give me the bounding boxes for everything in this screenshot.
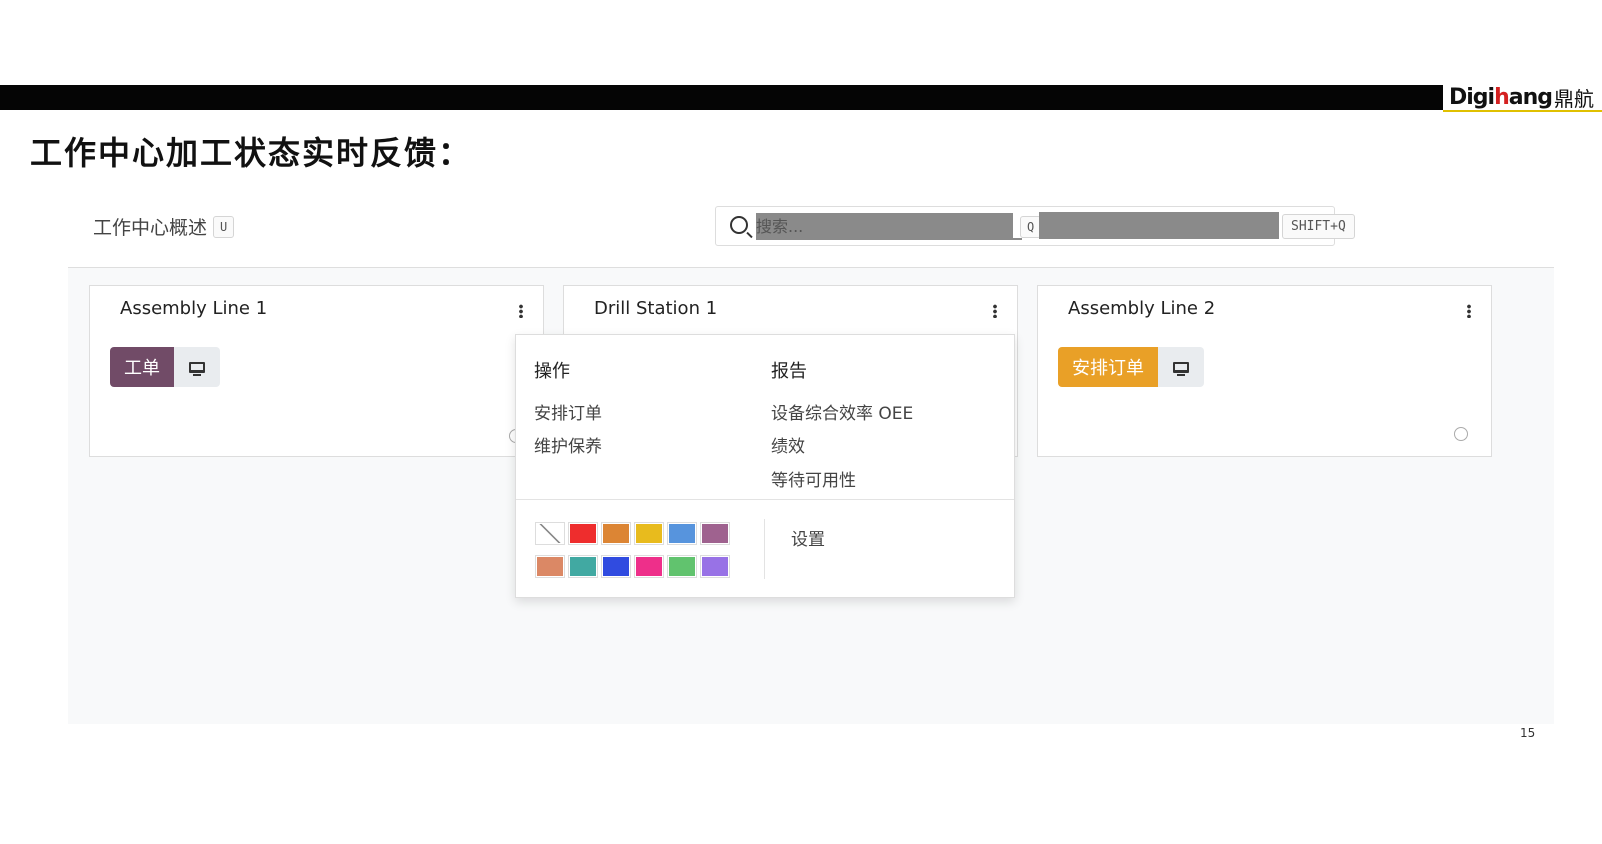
card-title[interactable]: Assembly Line 2 xyxy=(1068,298,1215,319)
actions-heading: 操作 xyxy=(534,361,570,382)
card-button-group: 工单 xyxy=(110,347,220,387)
color-swatch[interactable] xyxy=(568,522,598,545)
no-color-swatch[interactable] xyxy=(535,522,565,545)
color-swatch[interactable] xyxy=(535,555,565,578)
color-swatch[interactable] xyxy=(601,555,631,578)
kebab-menu-icon[interactable] xyxy=(993,304,997,318)
logo-chinese: 鼎航 xyxy=(1554,87,1594,111)
card-title[interactable]: Assembly Line 1 xyxy=(120,298,267,319)
menu-item-performance[interactable]: 绩效 xyxy=(771,432,805,457)
color-swatch[interactable] xyxy=(634,522,664,545)
color-swatch[interactable] xyxy=(667,555,697,578)
reports-heading: 报告 xyxy=(771,361,807,382)
workcenter-card[interactable]: Assembly Line 2 安排订单 xyxy=(1037,285,1492,457)
kebab-menu-icon[interactable] xyxy=(1467,304,1471,318)
color-swatch[interactable] xyxy=(601,522,631,545)
card-button-group: 安排订单 xyxy=(1058,347,1204,387)
slide-header-bar: Digihang 鼎航 xyxy=(0,85,1602,112)
menu-item-maintenance[interactable]: 维护保养 xyxy=(534,432,602,457)
work-orders-button[interactable]: 工单 xyxy=(110,347,174,387)
search-icon[interactable] xyxy=(730,216,748,234)
slide-title: 工作中心加工状态实时反馈： xyxy=(30,134,473,172)
logo-text: Digihang xyxy=(1448,85,1553,110)
color-swatch[interactable] xyxy=(700,522,730,545)
color-swatch[interactable] xyxy=(700,555,730,578)
color-swatch[interactable] xyxy=(667,522,697,545)
menu-item-plan-orders[interactable]: 安排订单 xyxy=(534,399,602,424)
search-input[interactable] xyxy=(756,213,1022,240)
menu-item-waiting-availability[interactable]: 等待可用性 xyxy=(771,466,856,491)
app-header: 工作中心概述 U xyxy=(93,213,235,240)
color-swatch[interactable] xyxy=(568,555,598,578)
search-highlight xyxy=(1039,212,1279,239)
kebab-menu-icon[interactable] xyxy=(519,304,523,318)
monitor-button[interactable] xyxy=(1158,347,1204,387)
menu-divider xyxy=(516,499,1014,500)
status-indicator[interactable] xyxy=(1454,427,1468,441)
color-swatch[interactable] xyxy=(634,555,664,578)
monitor-icon xyxy=(189,361,205,376)
card-title[interactable]: Drill Station 1 xyxy=(594,298,717,319)
card-dropdown-menu: 操作 安排订单 维护保养 报告 设备综合效率 OEE 绩效 等待可用性 设置 xyxy=(515,334,1015,598)
menu-item-settings[interactable]: 设置 xyxy=(791,525,825,550)
menu-vertical-divider xyxy=(764,519,765,579)
company-logo: Digihang 鼎航 xyxy=(1442,85,1602,112)
monitor-icon xyxy=(1173,361,1189,376)
menu-item-oee[interactable]: 设备综合效率 OEE xyxy=(771,399,913,424)
page-title[interactable]: 工作中心概述 xyxy=(93,213,207,240)
page-number: 15 xyxy=(1520,726,1536,740)
workcenter-card[interactable]: Assembly Line 1 工单 xyxy=(89,285,544,457)
shortcut-hint: U xyxy=(213,215,235,238)
monitor-button[interactable] xyxy=(174,347,220,387)
plan-orders-button[interactable]: 安排订单 xyxy=(1058,347,1158,387)
search-shift-shortcut-hint: SHIFT+Q xyxy=(1282,214,1355,239)
